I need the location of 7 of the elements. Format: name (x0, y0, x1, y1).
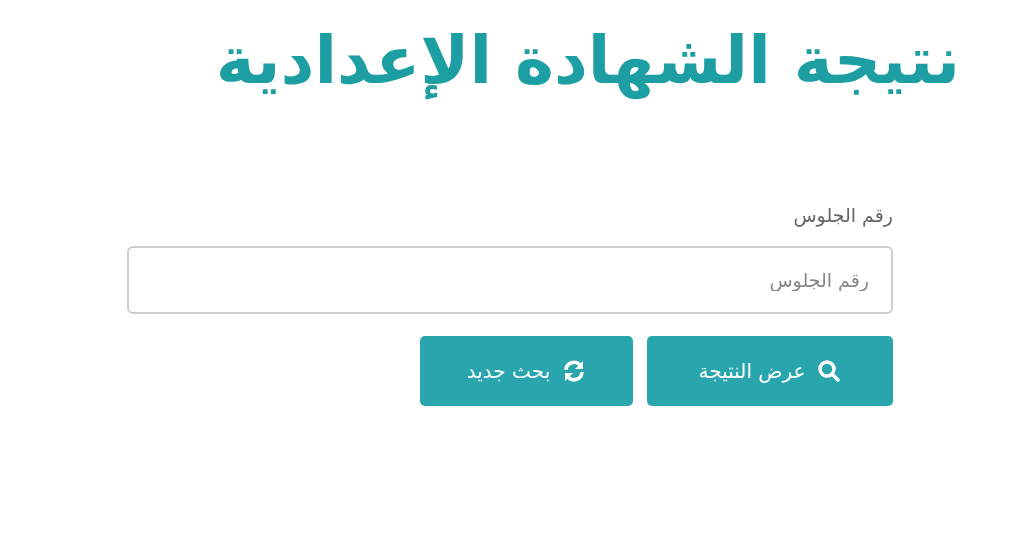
page-title: نتيجة الشهادة الإعدادية (215, 21, 960, 102)
field-label: رقم الجلوس (792, 203, 893, 226)
refresh-icon (562, 358, 587, 383)
new-search-button[interactable]: بحث جديد (420, 335, 633, 406)
search-icon (817, 358, 842, 383)
input-field[interactable]: رقم الجلوس (127, 245, 893, 314)
show-result-button[interactable]: عرض النتيجة (647, 335, 893, 406)
